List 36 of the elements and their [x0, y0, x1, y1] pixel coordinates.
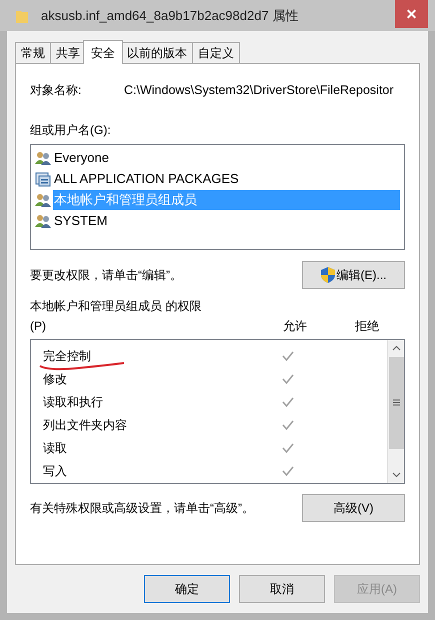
folder-icon [16, 8, 28, 22]
permission-name: 列出文件夹内容 [43, 417, 128, 434]
group-list-item[interactable]: ALL APPLICATION PACKAGES [53, 169, 400, 190]
scrollbar[interactable] [387, 340, 404, 483]
permission-name: 完全控制 [43, 348, 92, 366]
dialog-button[interactable]: 确定 [144, 575, 230, 603]
users-icon [35, 192, 51, 208]
window-title: aksusb.inf_amd64_8a9b17b2ac98d2d7 属性 [41, 6, 298, 25]
column-header: 允许 [283, 318, 308, 335]
permission-name: 读取和执行 [43, 394, 104, 412]
advanced-hint: 有关特殊权限或高级设置，请单击“高级”。 [30, 500, 254, 517]
users-icon [35, 150, 51, 166]
tab[interactable]: 安全 [83, 40, 123, 64]
tab[interactable]: 常规 [15, 42, 51, 63]
tab[interactable]: 自定义 [192, 42, 240, 63]
permissions-title: 本地帐户和管理员组成员 的权限 [30, 298, 202, 315]
edit-hint: 要更改权限，请单击“编辑”。 [30, 266, 182, 284]
dialog-button[interactable]: 取消 [239, 575, 325, 603]
group-list-item[interactable]: Everyone [53, 148, 400, 168]
group-list-item[interactable]: SYSTEM [53, 211, 400, 232]
close-button[interactable]: × [395, 0, 428, 28]
advanced-button[interactable]: 高级(V) [302, 494, 405, 522]
package-icon [35, 171, 51, 188]
edit-button[interactable]: 编辑(E)... [302, 260, 405, 289]
permission-name: 读取 [43, 440, 68, 458]
permission-name: 写入 [43, 463, 68, 480]
object-name-label: 对象名称: [30, 82, 82, 99]
users-icon [35, 213, 51, 230]
groups-label: 组或用户名(G): [30, 122, 112, 139]
shield-icon [320, 266, 334, 283]
permissions-shortcut: (P) [30, 318, 47, 335]
grip-icon [392, 399, 400, 406]
object-name-value: C:\Windows\System32\DriverStore\FileRepositor [124, 82, 394, 99]
scroll-thumb[interactable] [388, 356, 404, 449]
permission-name: 修改 [43, 371, 68, 388]
column-header: 拒绝 [355, 318, 379, 335]
